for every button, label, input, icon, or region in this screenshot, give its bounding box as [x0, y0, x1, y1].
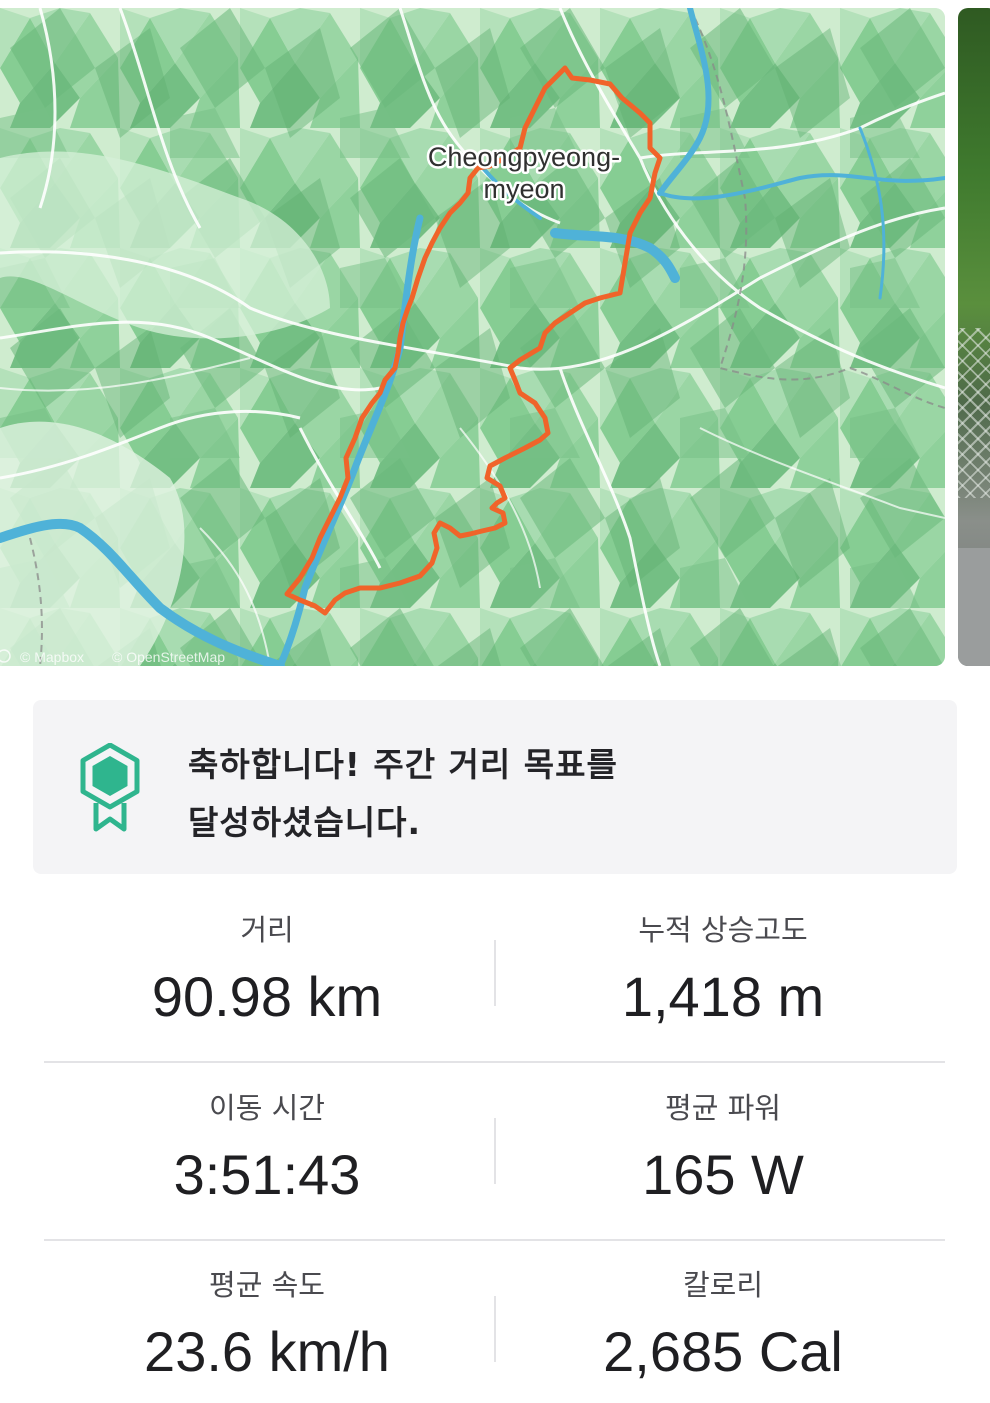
place-label-sub: myeon [483, 174, 564, 204]
photo-fence [958, 328, 990, 498]
stat-divider-vertical [494, 1118, 496, 1184]
stat-divider-horizontal [44, 1239, 945, 1241]
stat-distance-value: 90.98 km [151, 965, 383, 1028]
stat-calories-value: 2,685 Cal [603, 1320, 843, 1383]
stat-avg-speed-value: 23.6 km/h [144, 1320, 390, 1383]
goal-message-line1: 축하합니다! 주간 거리 목표를 [188, 745, 618, 784]
stat-distance: 거리 90.98 km [42, 910, 492, 1032]
stat-avg-speed-label: 평균 속도 [209, 1268, 325, 1302]
photo-road [958, 548, 990, 666]
stat-avg-power: 평균 파워 165 W [498, 1088, 948, 1210]
route-map-canvas: Cheongpyeong- myeon © Mapbox © OpenStree… [0, 8, 945, 666]
map-attribution-osm[interactable]: © OpenStreetMap [112, 649, 225, 665]
route-map[interactable]: Cheongpyeong- myeon © Mapbox © OpenStree… [0, 8, 945, 666]
stat-calories-label: 칼로리 [682, 1268, 764, 1302]
stat-calories: 칼로리 2,685 Cal [498, 1265, 948, 1387]
activity-photo-thumbnail[interactable] [958, 8, 990, 666]
stat-avg-power-label: 평균 파워 [665, 1091, 781, 1125]
goal-message-line2: 달성하셨습니다. [188, 803, 422, 842]
stat-elevation-value: 1,418 m [621, 965, 825, 1028]
stat-elevation-label: 누적 상승고도 [638, 913, 808, 947]
stat-divider-horizontal [44, 1061, 945, 1063]
stat-avg-power-value: 165 W [642, 1143, 804, 1206]
activity-summary-screen: Cheongpyeong- myeon © Mapbox © OpenStree… [0, 0, 990, 1403]
stat-moving-time: 이동 시간 3:51:43 [42, 1088, 492, 1210]
achievement-badge-icon [80, 743, 140, 832]
stat-divider-vertical [494, 1296, 496, 1362]
stat-moving-time-value: 3:51:43 [173, 1143, 361, 1206]
stat-elevation-gain: 누적 상승고도 1,418 m [498, 910, 948, 1032]
stat-divider-vertical [494, 940, 496, 1006]
stat-moving-time-label: 이동 시간 [209, 1091, 325, 1125]
stat-avg-speed: 평균 속도 23.6 km/h [42, 1265, 492, 1387]
stat-distance-label: 거리 [240, 913, 294, 947]
map-attribution-mapbox[interactable]: © Mapbox [20, 649, 84, 665]
goal-achievement-message: 축하합니다! 주간 거리 목표를 달성하셨습니다. [188, 736, 788, 852]
place-label: Cheongpyeong- [428, 142, 620, 172]
